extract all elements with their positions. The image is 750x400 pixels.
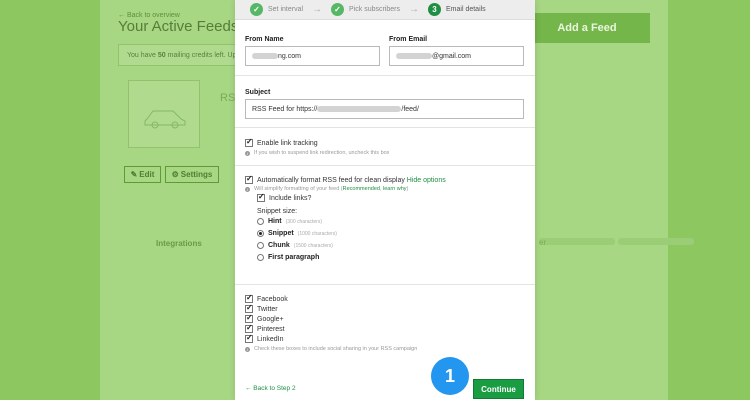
learn-why-link[interactable]: learn why	[383, 186, 407, 192]
twitter-checkbox[interactable]	[245, 303, 253, 313]
social-facebook-option[interactable]: Facebook	[245, 293, 525, 303]
settings-button[interactable]: ⚙ Settings	[165, 166, 219, 183]
blurred-label: er	[536, 237, 694, 247]
feed-title: RS	[220, 92, 236, 104]
credits-notice: You have 50 mailing credits left. Up	[118, 44, 238, 66]
social-linkedin-option[interactable]: LinkedIn	[245, 333, 525, 343]
check-icon: ✓	[331, 3, 345, 16]
car-icon	[144, 110, 186, 129]
subject-label: Subject	[245, 89, 271, 96]
subject-field[interactable]: RSS Feed for https:///feed/	[245, 99, 524, 119]
check-icon: ✓	[250, 3, 263, 16]
link-tracking-option[interactable]: Enable link tracking	[245, 137, 525, 147]
page-title: Your Active Feeds	[118, 18, 239, 35]
integrations-label: Integrations	[156, 239, 202, 248]
step-email-details: 3 Email details	[428, 3, 486, 16]
step-number: 3	[428, 3, 441, 16]
modal-footer: ← Back to Step 2 Continue	[235, 370, 535, 400]
step-pick-subscribers: ✓ Pick subscribers	[331, 3, 400, 16]
from-email-label: From Email	[389, 36, 428, 43]
googleplus-checkbox[interactable]	[245, 313, 253, 323]
recommended-link[interactable]: Recommended	[343, 186, 380, 192]
radio-snippet[interactable]	[257, 230, 264, 237]
include-links-checkbox[interactable]	[257, 192, 265, 202]
radio-first-paragraph[interactable]	[257, 254, 264, 261]
info-icon: i	[245, 150, 250, 156]
social-hint: i Check these boxes to include social sh…	[245, 346, 525, 352]
step-annotation-badge: 1	[431, 357, 469, 395]
link-tracking-hint: i If you wish to suspend link redirectio…	[245, 150, 525, 156]
snippet-option-snippet[interactable]: Snippet (1000 characters)	[257, 230, 525, 237]
edit-button[interactable]: ✎ Edit	[124, 166, 161, 183]
subject-section: Subject RSS Feed for https:///feed/	[235, 76, 535, 128]
format-section: Automatically format RSS feed for clean …	[235, 166, 535, 285]
radio-hint[interactable]	[257, 218, 264, 225]
arrow-right-icon: →	[409, 4, 419, 15]
link-tracking-section: Enable link tracking i If you wish to su…	[235, 128, 535, 166]
include-links-option[interactable]: Include links?	[257, 192, 525, 202]
pencil-icon: ✎	[130, 170, 138, 179]
feed-thumbnail	[128, 80, 200, 148]
add-feed-button[interactable]: Add a Feed	[524, 13, 650, 43]
snippet-option-hint[interactable]: Hint (300 characters)	[257, 218, 525, 225]
from-name-field[interactable]: ng.com	[245, 46, 380, 66]
info-icon: i	[245, 346, 250, 352]
step-progress: ✓ Set interval → ✓ Pick subscribers → 3 …	[235, 0, 535, 20]
arrow-right-icon: →	[312, 4, 323, 15]
snippet-option-first-paragraph[interactable]: First paragraph	[257, 254, 525, 261]
social-twitter-option[interactable]: Twitter	[245, 303, 525, 313]
snippet-size-options: Hint (300 characters) Snippet (1000 charac…	[257, 218, 525, 261]
from-name-label: From Name	[245, 36, 284, 43]
email-details-modal: ✓ Set interval → ✓ Pick subscribers → 3 …	[235, 0, 535, 400]
snippet-option-chunk[interactable]: Chunk (1500 characters)	[257, 242, 525, 249]
radio-chunk[interactable]	[257, 242, 264, 249]
link-tracking-checkbox[interactable]	[245, 137, 253, 147]
social-googleplus-option[interactable]: Google+	[245, 313, 525, 323]
pinterest-checkbox[interactable]	[245, 323, 253, 333]
step-set-interval: ✓ Set interval	[250, 3, 303, 16]
hide-options-link[interactable]: Hide options	[407, 177, 446, 184]
linkedin-checkbox[interactable]	[245, 333, 253, 343]
info-icon: i	[245, 186, 250, 192]
social-section: Facebook Twitter Google+ Pinterest Linke…	[235, 285, 535, 369]
auto-format-option[interactable]: Automatically format RSS feed for clean …	[245, 174, 525, 184]
gear-icon: ⚙	[171, 170, 179, 179]
social-pinterest-option[interactable]: Pinterest	[245, 323, 525, 333]
facebook-checkbox[interactable]	[245, 293, 253, 303]
snippet-size-label: Snippet size:	[257, 208, 298, 215]
continue-button[interactable]: Continue	[473, 379, 524, 399]
sender-section: From Name ng.com From Email @gmail.com	[235, 20, 535, 76]
auto-format-hint: i Will simplify formatting of your feed …	[245, 186, 525, 192]
from-email-field[interactable]: @gmail.com	[389, 46, 524, 66]
back-to-step-2-link[interactable]: ← Back to Step 2	[245, 385, 296, 392]
auto-format-checkbox[interactable]	[245, 174, 253, 184]
